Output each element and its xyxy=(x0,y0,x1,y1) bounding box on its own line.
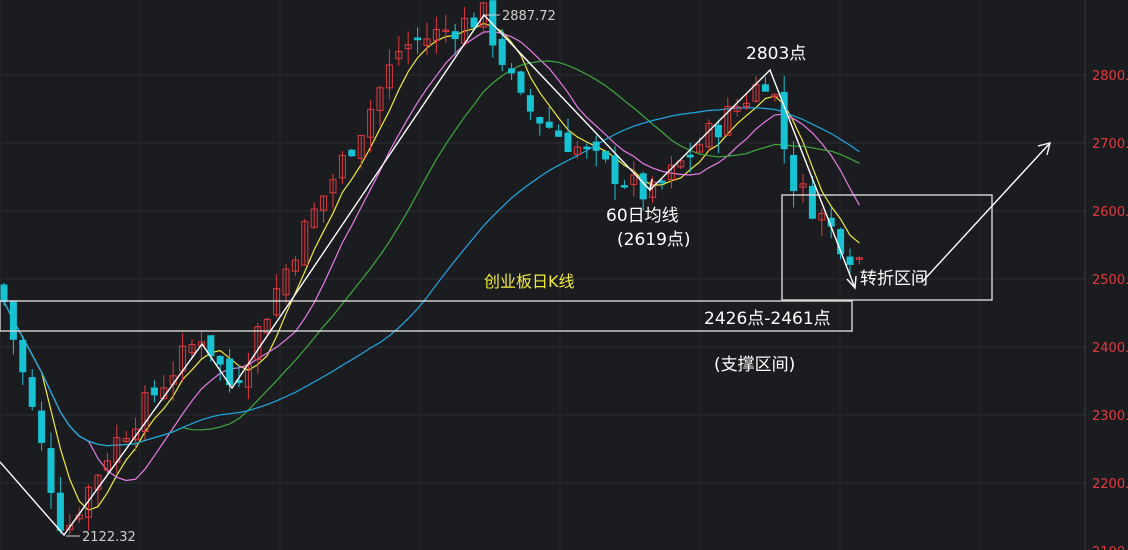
candle-down xyxy=(602,150,610,160)
candle-down xyxy=(639,173,647,200)
y-tick-label: 2400. xyxy=(1092,341,1128,356)
candle-down xyxy=(216,356,224,365)
candle-down xyxy=(526,95,534,112)
turn-zone-label: 转折区间 xyxy=(860,269,928,289)
candle-down xyxy=(414,37,422,41)
ma60-label: 60日均线 xyxy=(606,206,679,226)
candle-down xyxy=(150,387,158,396)
candle-down xyxy=(564,132,572,153)
candlestick-chart: 2800. 2700. 2600. 2500. 2400. 2300. 2200. 2100.… xyxy=(0,0,1128,550)
candle-down xyxy=(28,377,36,407)
candle-down xyxy=(808,185,816,219)
candle-down xyxy=(592,141,600,151)
support-zone-label: (支撑区间) xyxy=(714,355,795,375)
candle-down xyxy=(508,68,516,74)
candle-down xyxy=(545,121,553,128)
candle-down xyxy=(761,84,769,92)
y-tick-label: 2700. xyxy=(1092,137,1128,152)
y-tick-label: 2800. xyxy=(1092,69,1128,84)
support-zone-value-label: 2426点-2461点 xyxy=(704,309,831,329)
y-tick-label: 2500. xyxy=(1092,273,1128,288)
candle-down xyxy=(611,155,619,185)
chart-title: 创业板日K线 xyxy=(484,272,575,291)
candle-down xyxy=(620,185,628,188)
peak2-label: 2803点 xyxy=(746,44,806,64)
candle-down xyxy=(714,124,722,138)
candle-down xyxy=(846,256,854,265)
candle-down xyxy=(38,410,46,443)
candle-down xyxy=(658,180,666,184)
y-tick-label: 2100. xyxy=(1092,545,1128,550)
candle-down xyxy=(555,130,563,137)
candle-down xyxy=(348,149,356,157)
candle-down xyxy=(790,154,798,192)
candle-down xyxy=(536,117,544,124)
high-extreme-label: 2887.72 xyxy=(502,9,556,24)
y-tick-label: 2200. xyxy=(1092,477,1128,492)
y-tick-label: 2600. xyxy=(1092,205,1128,220)
low-extreme-label: 2122.32 xyxy=(82,530,136,545)
candle-down xyxy=(47,448,55,493)
candle-down xyxy=(686,154,694,158)
candle-down xyxy=(0,284,8,303)
ma60-value-label: (2619点) xyxy=(617,230,691,250)
y-tick-label: 2300. xyxy=(1092,409,1128,424)
candle-down xyxy=(9,300,17,340)
candle-down xyxy=(56,492,64,531)
chart-stage: 2800. 2700. 2600. 2500. 2400. 2300. 2200. 2100.… xyxy=(0,0,1128,550)
candle-down xyxy=(517,71,525,93)
candle-down xyxy=(583,146,591,150)
candle-down xyxy=(451,31,459,40)
candle-down xyxy=(19,340,27,373)
candle-down xyxy=(498,38,506,65)
